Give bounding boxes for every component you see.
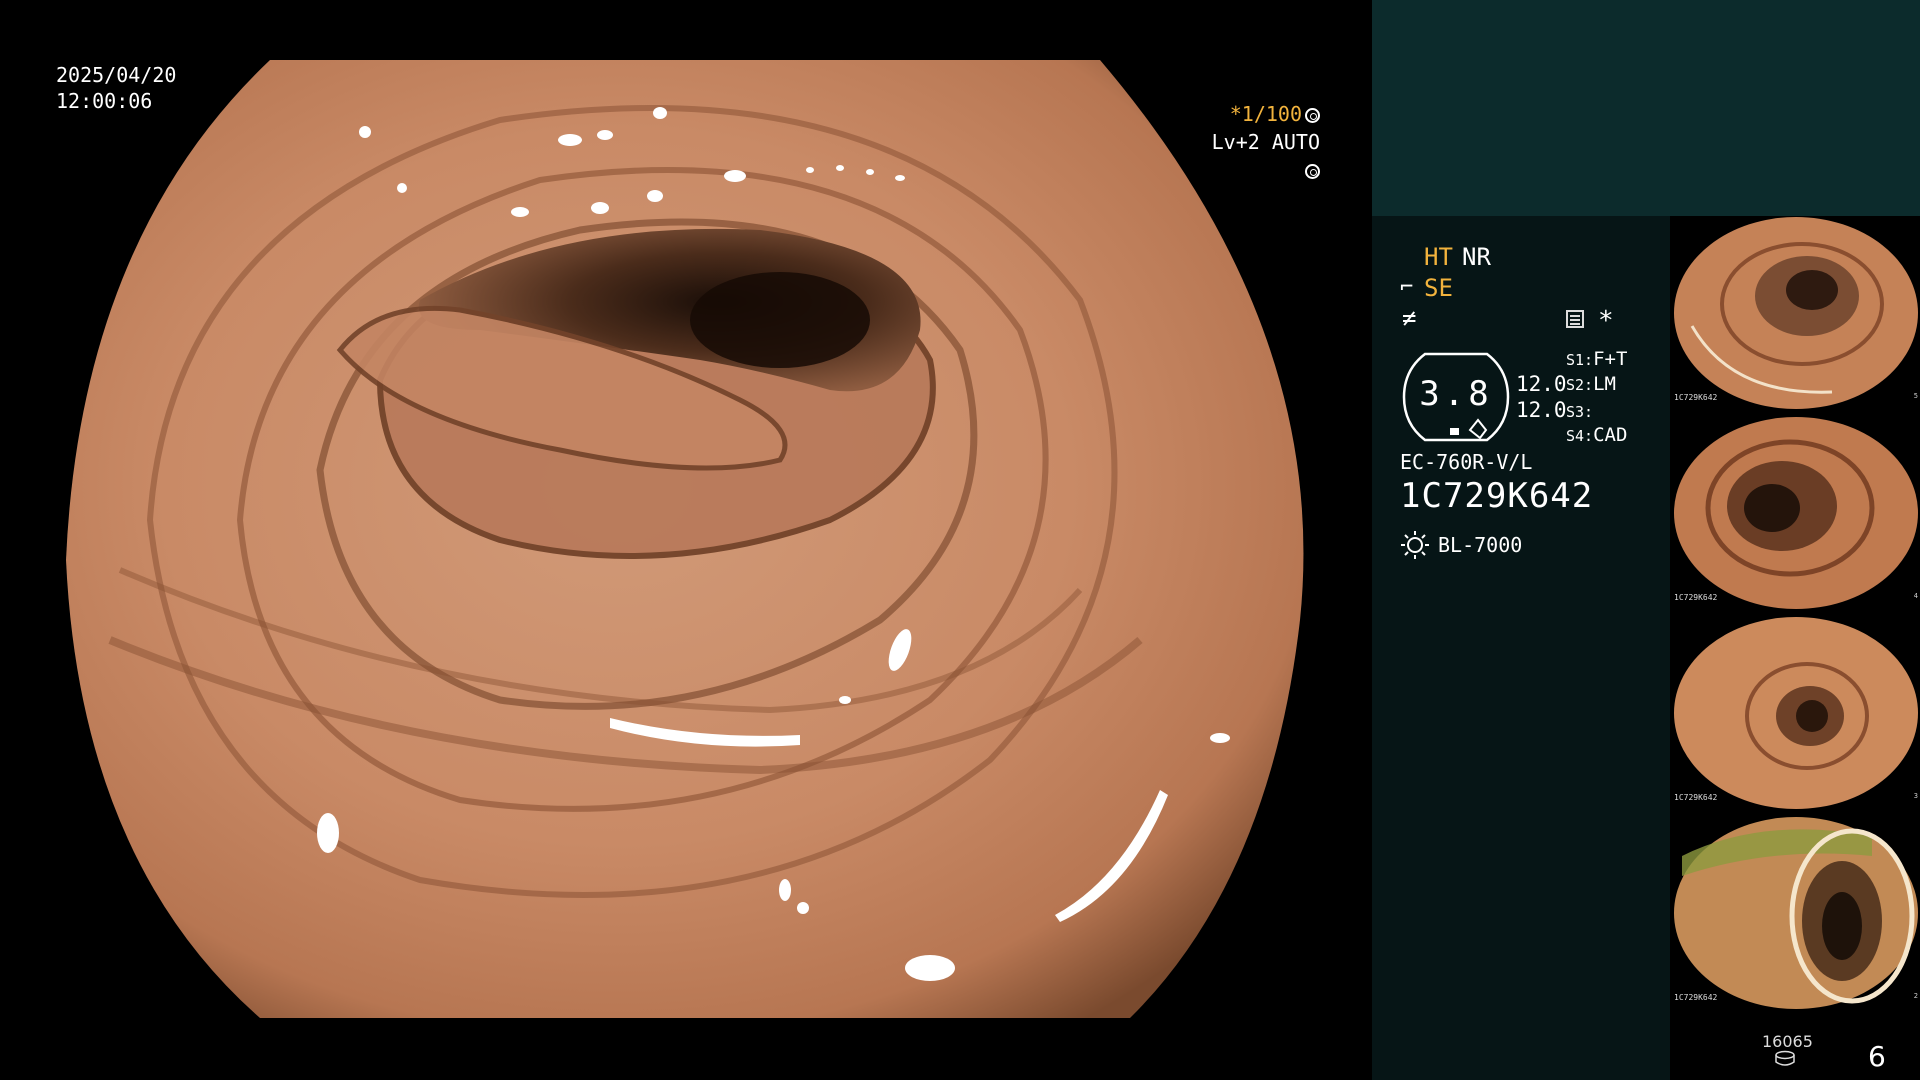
thumbnail-serial: 1C729K642 xyxy=(1674,393,1718,402)
ring-icon xyxy=(1305,108,1320,123)
capture-thumbnail[interactable]: 1C729K642 4 xyxy=(1672,416,1920,610)
scope-serial: 1C729K642 xyxy=(1400,476,1594,516)
asterisk-icon: * xyxy=(1598,306,1614,336)
thumbnail-serial: 1C729K642 xyxy=(1674,793,1718,802)
switch-s2-label: S2: xyxy=(1566,376,1594,394)
gauge-value: 3.8 xyxy=(1419,374,1493,414)
capture-thumbnail[interactable]: 1C729K642 5 xyxy=(1672,216,1920,410)
exposure-readout: *1/100 Lv+2 AUTO xyxy=(1196,100,1320,184)
mode-nr: NR xyxy=(1462,243,1491,271)
thumbnail-serial: 1C729K642 xyxy=(1674,593,1718,602)
date-text: 2025/04/20 xyxy=(56,63,177,87)
capture-count: 16065 xyxy=(1762,1032,1813,1051)
gain-value-1: 12.0 xyxy=(1516,372,1567,396)
mode-se: SE xyxy=(1424,274,1453,302)
page-number: 6 xyxy=(1868,1040,1886,1073)
gain-value-2: 12.0 xyxy=(1516,398,1567,422)
switch-s2: S2:LM xyxy=(1566,373,1616,395)
slash-icon: ≠ xyxy=(1402,304,1417,332)
mode-ht: HT xyxy=(1424,243,1453,271)
switch-s3: S3: xyxy=(1566,400,1593,422)
switch-s1: S1:F+T xyxy=(1566,348,1627,370)
menu-icon xyxy=(1566,310,1584,328)
thumbnail-index: 3 xyxy=(1913,792,1918,800)
info-panel xyxy=(1372,216,1670,1080)
switch-s4-label: S4: xyxy=(1566,427,1594,445)
switch-s3-label: S3: xyxy=(1566,403,1594,421)
thumbnail-image xyxy=(1674,417,1918,609)
endoscope-image xyxy=(66,60,1304,1018)
thumbnail-image xyxy=(1674,817,1918,1009)
ring-icon xyxy=(1305,164,1320,179)
switch-s4: S4:CAD xyxy=(1566,424,1627,446)
thumbnail-image xyxy=(1674,217,1918,409)
capture-thumbnail[interactable]: 1C729K642 3 xyxy=(1672,616,1920,810)
light-source: BL-7000 xyxy=(1438,533,1523,557)
thumbnail-serial: 1C729K642 xyxy=(1674,993,1718,1002)
switch-s4-value: CAD xyxy=(1593,424,1628,446)
light-bulb-icon xyxy=(1401,531,1429,559)
switch-s1-value: F+T xyxy=(1593,348,1628,370)
switch-s1-label: S1: xyxy=(1566,351,1594,369)
iris-mode: Lv+2 AUTO xyxy=(1211,130,1320,154)
thumbnail-index: 5 xyxy=(1913,392,1918,400)
time-text: 12:00:06 xyxy=(56,89,153,113)
thumbnail-image xyxy=(1674,617,1918,809)
scope-model: EC-760R-V/L xyxy=(1400,450,1533,474)
capture-thumbnail[interactable]: 1C729K642 2 xyxy=(1672,816,1920,1010)
disk-icon xyxy=(1775,1050,1795,1066)
se-icon: ⌐ xyxy=(1400,275,1414,300)
switch-s2-value: LM xyxy=(1593,373,1616,395)
info-panel-header xyxy=(1372,0,1920,216)
thumbnail-index: 2 xyxy=(1913,992,1918,1000)
date-time-overlay: 2025/04/20 12:00:06 xyxy=(56,62,176,114)
shutter-speed: *1/100 xyxy=(1229,102,1302,126)
endoscope-live-view xyxy=(0,0,1372,1080)
thumbnail-index: 4 xyxy=(1913,592,1918,600)
